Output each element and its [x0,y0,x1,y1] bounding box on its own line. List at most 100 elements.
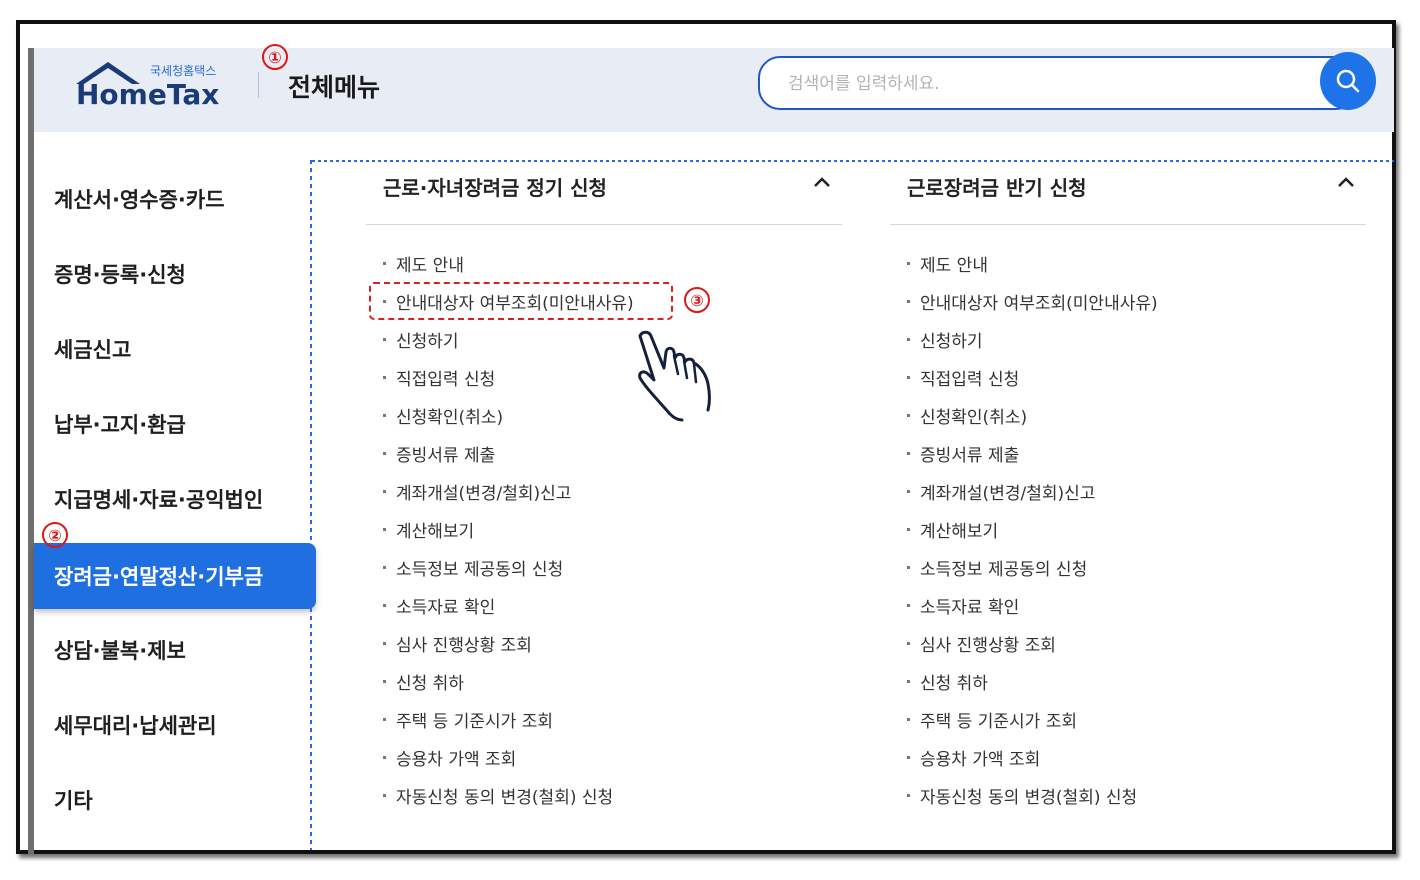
menu-item[interactable]: 소득정보 제공동의 신청 [905,548,1158,586]
menu-item-label: 제도 안내 [920,255,988,276]
menu-item[interactable]: 소득자료 확인 [381,586,634,624]
menu-item[interactable]: 신청하기 [381,320,634,358]
sidebar-item-payment[interactable]: 납부·고지·환급 [34,391,316,457]
menu-item[interactable]: 승용차 가액 조회 [381,738,634,776]
sidebar-item-tax-agent[interactable]: 세무대리·납세관리 [34,692,316,758]
content-dotted-separator [312,160,1394,162]
collapse-regular-chevron-up-icon[interactable] [812,170,832,195]
menu-item-label: 소득정보 제공동의 신청 [396,559,564,580]
bullet-icon [907,603,910,607]
bullet-icon [907,299,910,303]
column-divider-half-year [890,224,1366,225]
bullet-icon [907,679,910,683]
annotation-marker-2: ② [42,522,68,548]
hometax-logo[interactable]: 국세청홈택스 HomeTax [74,58,234,114]
menu-item-label: 소득자료 확인 [396,597,496,618]
menu-item-label: 계좌개설(변경/철회)신고 [396,483,572,504]
sidebar-item-certificates[interactable]: 증명·등록·신청 [34,241,316,307]
column-title-half-year: 근로장려금 반기 신청 [907,176,1087,200]
sidebar-dotted-separator [310,160,312,850]
bullet-icon [383,527,386,531]
menu-item-label: 신청확인(취소) [396,407,504,428]
search-button[interactable] [1320,52,1376,110]
menu-item[interactable]: 자동신청 동의 변경(철회) 신청 [905,776,1158,814]
sidebar-item-invoices[interactable]: 계산서·영수증·카드 [34,166,316,232]
logo-title: HomeTax [76,78,220,111]
sidebar-item-tax-return[interactable]: 세금신고 [34,316,316,382]
bullet-icon [383,337,386,341]
menu-item-label: 소득자료 확인 [920,597,1020,618]
column-title-regular: 근로·자녀장려금 정기 신청 [383,176,607,200]
menu-item[interactable]: 심사 진행상황 조회 [905,624,1158,662]
page-title: 전체메뉴 [288,73,381,102]
bullet-icon [907,451,910,455]
bullet-icon [383,565,386,569]
annotation-marker-3: ③ [684,287,710,313]
menu-item[interactable]: 승용차 가액 조회 [905,738,1158,776]
sidebar: 계산서·영수증·카드 증명·등록·신청 세금신고 납부·고지·환급 지급명세·자… [34,132,316,852]
menu-item-label: 소득정보 제공동의 신청 [920,559,1088,580]
sidebar-item-consultation[interactable]: 상담·불복·제보 [34,617,316,683]
menu-item[interactable]: 신청 취하 [381,662,634,700]
bullet-icon [907,565,910,569]
bullet-icon [383,603,386,607]
search-input[interactable] [786,70,1310,98]
menu-item[interactable]: 신청확인(취소) [905,396,1158,434]
bullet-icon [907,527,910,531]
menu-item-label: 안내대상자 여부조회(미안내사유) [920,293,1158,314]
sidebar-item-incentives[interactable]: 장려금·연말정산·기부금 [34,543,316,609]
bullet-icon [907,375,910,379]
menu-item-label: 증빙서류 제출 [920,445,1020,466]
menu-item[interactable]: 주택 등 기준시가 조회 [381,700,634,738]
menu-item-label: 신청하기 [920,331,983,352]
menu-item[interactable]: 증빙서류 제출 [381,434,634,472]
menu-item[interactable]: 직접입력 신청 [905,358,1158,396]
menu-item-label: 직접입력 신청 [396,369,496,390]
menu-item[interactable]: 신청확인(취소) [381,396,634,434]
menu-item[interactable]: 계좌개설(변경/철회)신고 [905,472,1158,510]
menu-item-label: 계좌개설(변경/철회)신고 [920,483,1096,504]
bullet-icon [383,679,386,683]
menu-item-label: 심사 진행상황 조회 [920,635,1056,656]
bullet-icon [383,641,386,645]
menu-item[interactable]: 제도 안내 [381,244,634,282]
menu-item-label: 계산해보기 [920,521,999,542]
menu-item[interactable]: 소득정보 제공동의 신청 [381,548,634,586]
menu-item[interactable]: 신청하기 [905,320,1158,358]
menu-item[interactable]: 심사 진행상황 조회 [381,624,634,662]
menu-list-regular: 제도 안내 안내대상자 여부조회(미안내사유) 신청하기 직접입력 신청 신청확… [381,244,634,814]
menu-item[interactable]: 계좌개설(변경/철회)신고 [381,472,634,510]
sidebar-item-statements[interactable]: 지급명세·자료·공익법인 [34,466,316,532]
sidebar-item-etc[interactable]: 기타 [34,767,316,833]
menu-item[interactable]: 소득자료 확인 [905,586,1158,624]
logo-subtitle: 국세청홈택스 [150,64,217,78]
menu-item-label: 주택 등 기준시가 조회 [920,711,1077,732]
menu-item[interactable]: 계산해보기 [381,510,634,548]
bullet-icon [383,755,386,759]
menu-item[interactable]: 자동신청 동의 변경(철회) 신청 [381,776,634,814]
menu-item-label: 증빙서류 제출 [396,445,496,466]
menu-item[interactable]: 주택 등 기준시가 조회 [905,700,1158,738]
annotation-marker-1: ① [262,44,288,70]
menu-item-label: 자동신청 동의 변경(철회) 신청 [920,787,1138,808]
bullet-icon [383,261,386,265]
bullet-icon [383,451,386,455]
menu-item[interactable]: 신청 취하 [905,662,1158,700]
menu-item-label: 신청 취하 [396,673,464,694]
menu-item[interactable]: 안내대상자 여부조회(미안내사유) [905,282,1158,320]
menu-item-label: 신청확인(취소) [920,407,1028,428]
menu-item-label: 제도 안내 [396,255,464,276]
bullet-icon [907,413,910,417]
menu-item[interactable]: 계산해보기 [905,510,1158,548]
menu-item-label: 승용차 가액 조회 [920,749,1041,770]
bullet-icon [383,717,386,721]
bullet-icon [383,413,386,417]
menu-item[interactable]: 증빙서류 제출 [905,434,1158,472]
highlight-box-dashed [369,282,673,320]
menu-item[interactable]: 직접입력 신청 [381,358,634,396]
bullet-icon [383,489,386,493]
bullet-icon [907,337,910,341]
menu-item[interactable]: 제도 안내 [905,244,1158,282]
collapse-half-year-chevron-up-icon[interactable] [1336,170,1356,195]
bullet-icon [907,793,910,797]
